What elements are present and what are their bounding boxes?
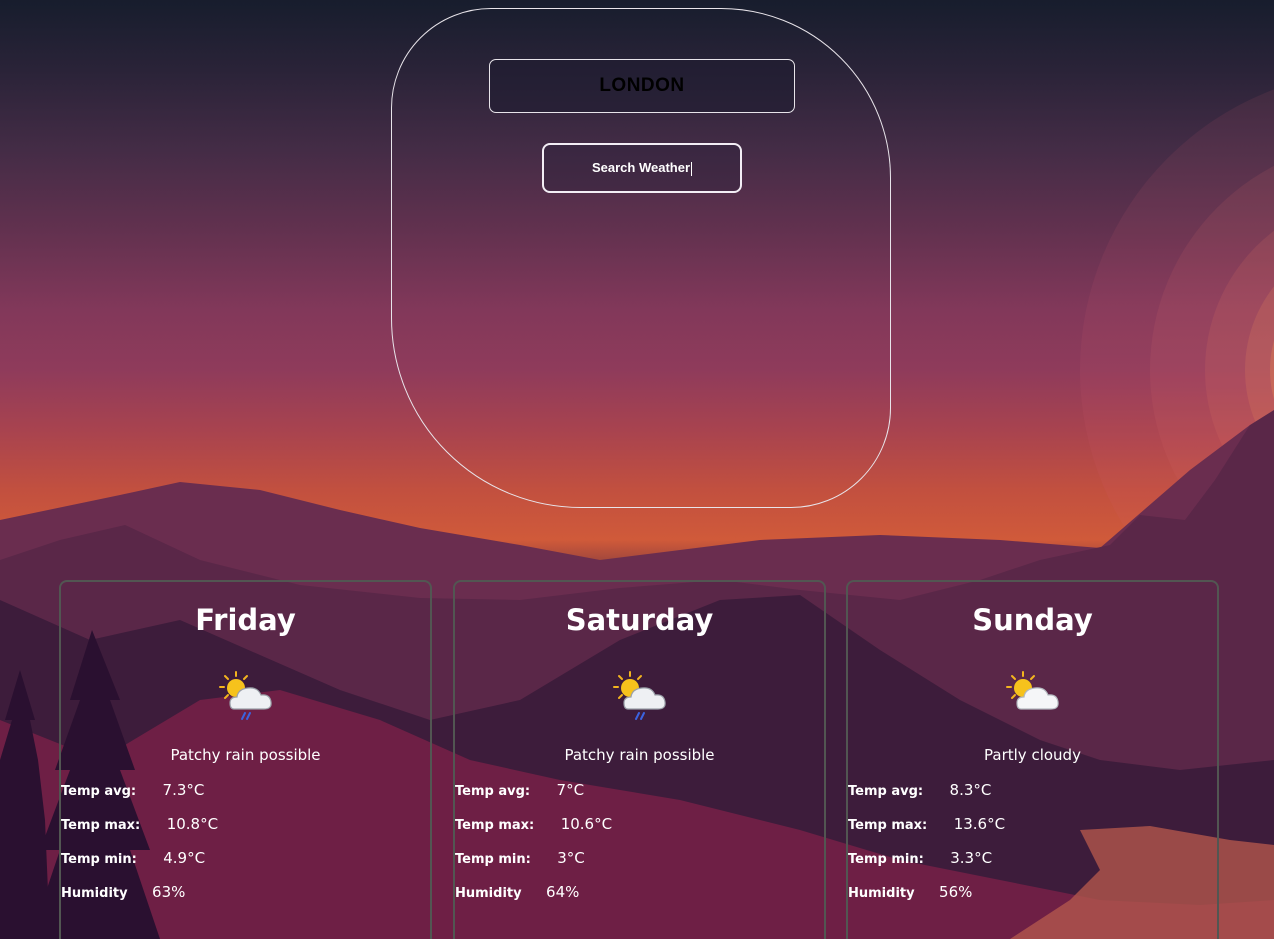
- temp-min-value: 3.3°C: [950, 849, 993, 867]
- temp-max-row: Temp max: 10.6°C: [455, 815, 612, 833]
- search-button-label: Search Weather: [591, 160, 691, 176]
- temp-max-row: Temp max: 13.6°C: [848, 815, 1005, 833]
- temp-avg-value: 7°C: [556, 781, 585, 799]
- humidity-label: Humidity: [848, 886, 915, 901]
- humidity-row: Humidity 63%: [61, 883, 185, 901]
- temp-max-label: Temp max:: [455, 818, 535, 833]
- forecast-card-sunday: Sunday Partly cloudy Temp avg: 8.3°C Tem…: [846, 580, 1219, 939]
- humidity-row: Humidity 56%: [848, 883, 972, 901]
- city-input[interactable]: [489, 59, 795, 113]
- temp-min-label: Temp min:: [455, 852, 531, 867]
- temp-max-value: 10.6°C: [560, 815, 613, 833]
- temp-avg-label: Temp avg:: [455, 784, 531, 799]
- search-weather-button[interactable]: Search Weather: [542, 143, 742, 193]
- temp-max-value: 13.6°C: [953, 815, 1006, 833]
- weather-condition: Partly cloudy: [984, 746, 1081, 764]
- humidity-value: 56%: [939, 883, 973, 901]
- temp-avg-label: Temp avg:: [61, 784, 137, 799]
- temp-max-label: Temp max:: [848, 818, 928, 833]
- temp-max-row: Temp max: 10.8°C: [61, 815, 218, 833]
- humidity-label: Humidity: [455, 886, 522, 901]
- temp-min-label: Temp min:: [848, 852, 924, 867]
- temp-max-value: 10.8°C: [166, 815, 219, 833]
- temp-min-row: Temp min: 3°C: [455, 849, 585, 867]
- temp-avg-label: Temp avg:: [848, 784, 924, 799]
- patchy-rain-icon: [219, 671, 272, 720]
- temp-max-label: Temp max:: [61, 818, 141, 833]
- day-name: Saturday: [565, 603, 714, 637]
- forecast-card-friday: Friday Patchy rain possible Temp avg: 7.…: [59, 580, 432, 939]
- temp-avg-row: Temp avg: 8.3°C: [848, 781, 991, 799]
- temp-avg-row: Temp avg: 7.3°C: [61, 781, 204, 799]
- humidity-value: 64%: [546, 883, 580, 901]
- temp-min-row: Temp min: 3.3°C: [848, 849, 992, 867]
- weather-condition: Patchy rain possible: [564, 746, 715, 764]
- weather-condition: Patchy rain possible: [170, 746, 321, 764]
- text-cursor: [691, 161, 693, 176]
- temp-min-label: Temp min:: [61, 852, 137, 867]
- humidity-value: 63%: [152, 883, 186, 901]
- temp-min-value: 4.9°C: [163, 849, 206, 867]
- temp-avg-row: Temp avg: 7°C: [455, 781, 584, 799]
- temp-min-value: 3°C: [557, 849, 585, 867]
- partly-cloudy-icon: [1006, 671, 1059, 710]
- day-name: Sunday: [972, 603, 1093, 637]
- temp-avg-value: 7.3°C: [162, 781, 205, 799]
- day-name: Friday: [195, 603, 296, 637]
- temp-avg-value: 8.3°C: [949, 781, 992, 799]
- humidity-row: Humidity 64%: [455, 883, 579, 901]
- forecast-card-saturday: Saturday Patchy rain possible Temp avg: …: [453, 580, 826, 939]
- patchy-rain-icon: [613, 671, 666, 720]
- humidity-label: Humidity: [61, 886, 128, 901]
- temp-min-row: Temp min: 4.9°C: [61, 849, 205, 867]
